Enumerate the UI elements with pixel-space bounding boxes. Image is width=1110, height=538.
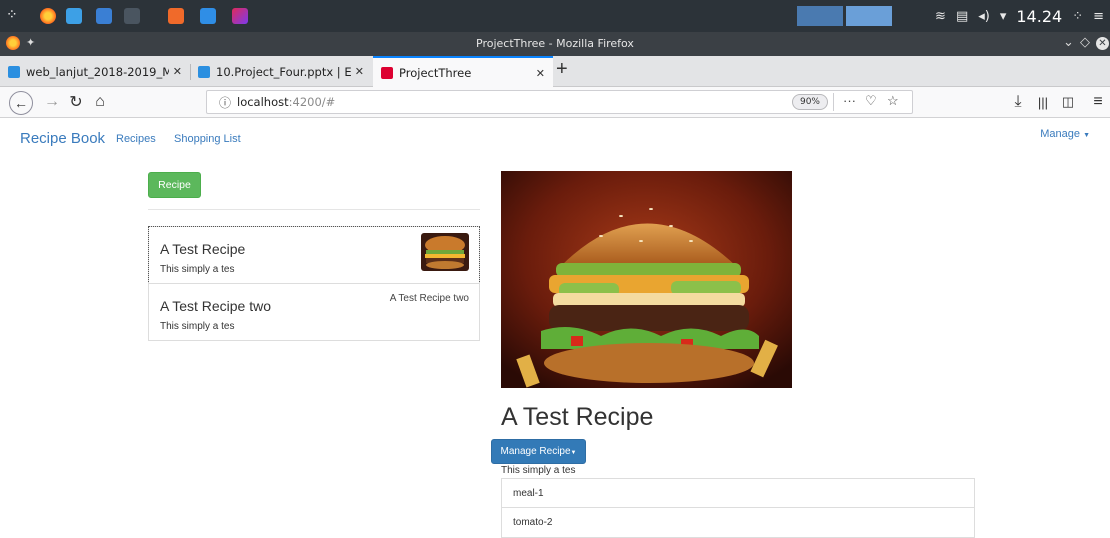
info-icon[interactable]: ⓘ: [219, 94, 231, 111]
recipe-item-description: This simply a tes: [160, 264, 235, 275]
manage-dropdown[interactable]: Manage ▼: [1040, 128, 1090, 140]
recipe-list-item[interactable]: A Test Recipe This simply a tes: [148, 226, 480, 284]
close-tab-icon[interactable]: ✕: [173, 65, 182, 78]
clock[interactable]: 14.24: [1016, 7, 1062, 26]
url-path: :4200/#: [288, 95, 336, 109]
tab-label: 10.Project_Four.pptx | Edr: [216, 64, 351, 79]
new-recipe-button[interactable]: Recipe: [148, 172, 201, 198]
burger-image: [501, 171, 792, 388]
recipe-list-item[interactable]: A Test Recipe two This simply a tes A Te…: [148, 283, 480, 341]
tab-project-four[interactable]: 10.Project_Four.pptx | Edr ✕: [190, 58, 372, 85]
clipboard-icon[interactable]: ▤: [956, 9, 968, 24]
window-thumbnail-2[interactable]: [846, 6, 892, 26]
presentation-taskbar-icon[interactable]: [168, 8, 184, 24]
close-window-icon[interactable]: ✕: [1096, 37, 1109, 50]
volume-icon[interactable]: ◂): [978, 9, 990, 24]
download-icon[interactable]: ⤓: [1010, 91, 1026, 113]
document-taskbar-icon[interactable]: [200, 8, 216, 24]
recipe-thumbnail: [421, 233, 469, 271]
recipe-item-name: A Test Recipe two: [160, 298, 272, 314]
terminal-taskbar-icon[interactable]: [124, 8, 140, 24]
pocket-favicon-icon: [198, 65, 210, 78]
window-title: ProjectThree - Mozilla Firefox: [476, 37, 634, 50]
app-launcher-icon[interactable]: ⁘: [6, 6, 22, 22]
url-separator: [833, 93, 834, 111]
tab-strip: web_lanjut_2018-2019_MI ✕ 10.Project_Fou…: [0, 56, 1110, 88]
wifi-icon[interactable]: ≋: [935, 9, 946, 24]
files-taskbar-icon[interactable]: [66, 8, 82, 24]
reload-button[interactable]: ↻: [68, 91, 84, 113]
burger-thumbnail-image: [421, 233, 469, 271]
chevron-down-icon[interactable]: ▾: [1000, 9, 1007, 24]
nav-link-shopping-list[interactable]: Shopping List: [174, 133, 241, 145]
window-thumbnail-1[interactable]: [797, 6, 843, 26]
menu-icon[interactable]: ≡: [1093, 9, 1104, 24]
divider: [148, 209, 480, 210]
url-bar[interactable]: ⓘ localhost:4200/# 90% ··· ♡ ☆: [206, 90, 913, 114]
home-button[interactable]: ⌂: [92, 91, 108, 113]
angular-favicon-icon: [381, 67, 393, 79]
maximize-icon[interactable]: ◇: [1080, 35, 1090, 50]
new-tab-button[interactable]: +: [556, 58, 568, 81]
manage-dropdown-label: Manage: [1040, 128, 1080, 140]
zoom-indicator[interactable]: 90%: [792, 94, 828, 110]
minimize-icon[interactable]: ⌄: [1063, 35, 1074, 50]
recipe-detail-title: A Test Recipe: [501, 403, 654, 431]
close-tab-icon[interactable]: ✕: [536, 67, 545, 80]
recipe-detail-description: This simply a tes: [501, 465, 576, 476]
recipe-item-description: This simply a tes: [160, 321, 235, 332]
pocket-icon[interactable]: ♡: [865, 93, 877, 109]
ingredient-list-item[interactable]: tomato-2: [501, 507, 975, 538]
brand-link[interactable]: Recipe Book: [20, 130, 105, 147]
library-icon[interactable]: |||: [1034, 91, 1052, 113]
tab-label: ProjectThree: [399, 66, 472, 80]
ide-taskbar-icon[interactable]: [232, 8, 248, 24]
forward-button[interactable]: →: [44, 91, 60, 113]
back-button[interactable]: ←: [9, 91, 33, 115]
sidebar-icon[interactable]: ◫: [1060, 91, 1076, 113]
url-host: localhost: [237, 95, 289, 109]
caret-down-icon: ▼: [1083, 132, 1090, 139]
tab-label: web_lanjut_2018-2019_MI: [26, 64, 169, 79]
page-actions-icon[interactable]: ···: [843, 93, 856, 108]
os-taskbar: ⁘ ≋ ▤ ◂) ▾ 14.24 ⁘ ≡: [0, 0, 1110, 32]
vscode-taskbar-icon[interactable]: [96, 8, 112, 24]
window-titlebar: ✦ ProjectThree - Mozilla Firefox ⌄ ◇ ✕: [0, 32, 1110, 56]
manage-recipe-dropdown-button[interactable]: Manage Recipe▼: [491, 439, 586, 464]
system-tray-icon[interactable]: ⁘: [1072, 9, 1083, 24]
nav-link-recipes[interactable]: Recipes: [116, 133, 156, 145]
tab-web-lanjut[interactable]: web_lanjut_2018-2019_MI ✕: [0, 58, 190, 85]
pocket-favicon-icon: [8, 65, 20, 78]
recipe-item-name: A Test Recipe: [160, 241, 246, 257]
close-tab-icon[interactable]: ✕: [355, 65, 364, 78]
manage-recipe-label: Manage Recipe: [500, 446, 571, 457]
tab-projectthree[interactable]: ProjectThree ✕: [373, 56, 553, 88]
broken-image-alt-text: A Test Recipe two: [389, 293, 469, 304]
bookmark-star-icon[interactable]: ☆: [887, 93, 899, 109]
navigation-toolbar: ← → ↻ ⌂ ⓘ localhost:4200/# 90% ··· ♡ ☆ ⤓…: [0, 87, 1110, 118]
ingredient-list-item[interactable]: meal-1: [501, 478, 975, 509]
hamburger-menu-icon[interactable]: ≡: [1090, 91, 1106, 113]
caret-down-icon: ▼: [570, 450, 577, 456]
ingredient-text: meal-1: [513, 488, 544, 499]
url-text[interactable]: localhost:4200/#: [237, 95, 335, 109]
ingredient-text: tomato-2: [513, 517, 553, 528]
firefox-taskbar-icon[interactable]: [40, 8, 56, 24]
recipe-image: [501, 171, 792, 388]
